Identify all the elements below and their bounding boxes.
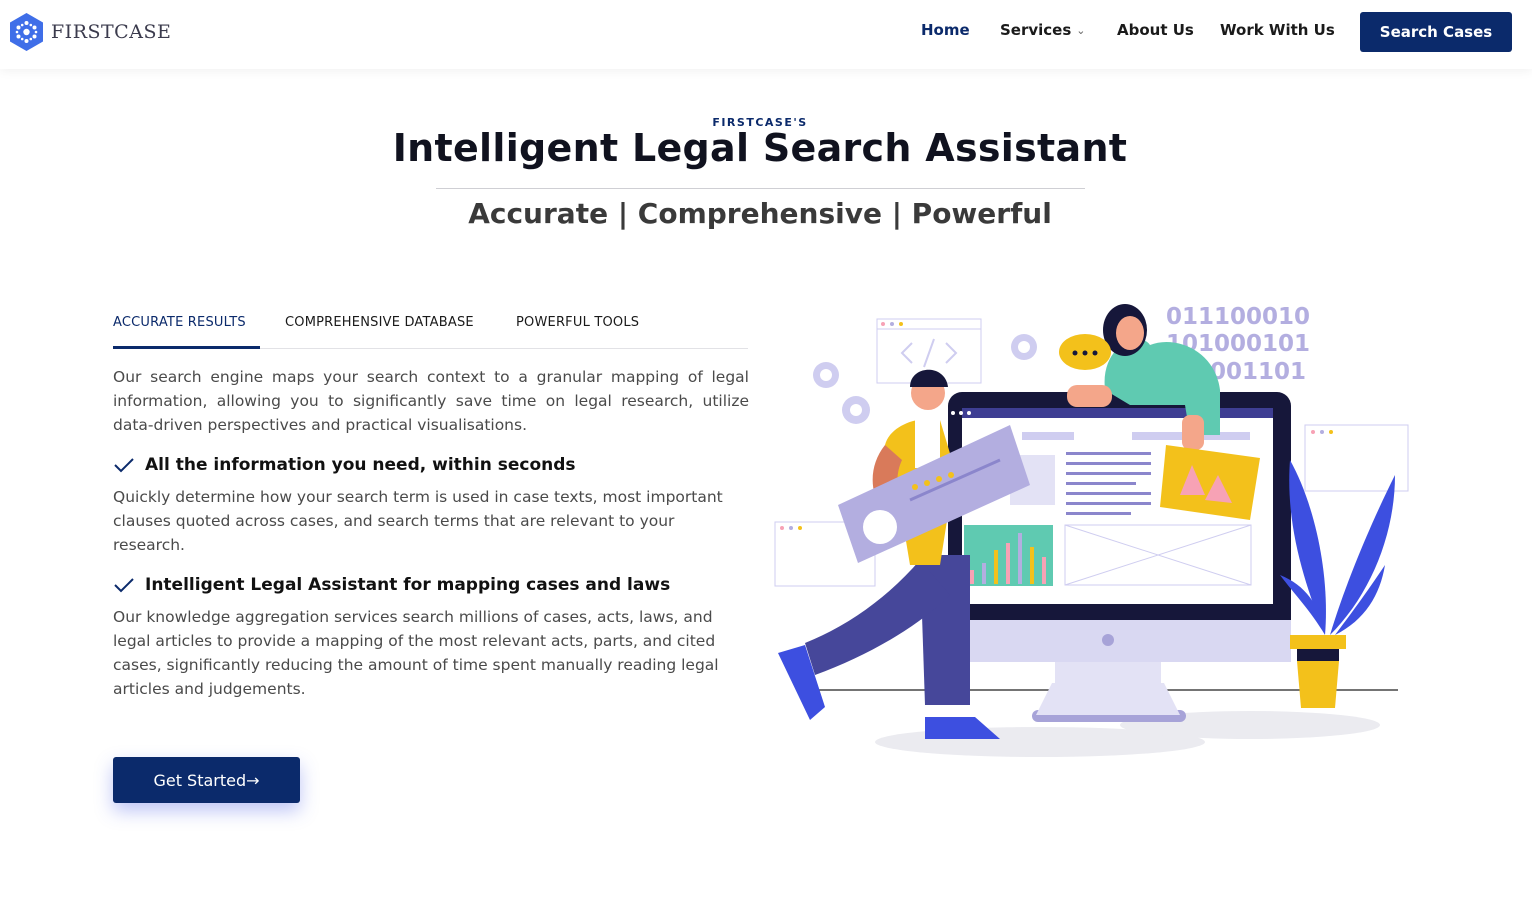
feature-2-title: Intelligent Legal Assistant for mapping … — [145, 575, 671, 595]
nav-home[interactable]: Home — [921, 21, 970, 39]
intro-paragraph: Our search engine maps your search conte… — [113, 368, 749, 434]
nav-services-label: Services — [1000, 21, 1072, 39]
feature-1-title: All the information you need, within sec… — [145, 455, 576, 475]
binary-line-1: 011100010 — [1166, 304, 1310, 330]
tab-powerful-tools[interactable]: POWERFUL TOOLS — [516, 315, 639, 330]
firstcase-logo-icon — [10, 13, 43, 51]
feature-1-text: Quickly determine how your search term i… — [113, 488, 723, 554]
tab-comprehensive-database[interactable]: COMPREHENSIVE DATABASE — [285, 315, 474, 330]
feature-1: All the information you need, within sec… — [113, 455, 576, 475]
binary-line-3: 001101 — [1210, 359, 1306, 385]
hero-divider — [436, 188, 1085, 189]
site-header: FIRSTCASE Home Services ⌄ About Us Work W… — [0, 0, 1532, 69]
active-tab-indicator — [113, 346, 260, 349]
feature-2-text: Our knowledge aggregation services searc… — [113, 608, 719, 698]
chevron-down-icon: ⌄ — [1076, 24, 1086, 37]
feature-tabs: ACCURATE RESULTS COMPREHENSIVE DATABASE … — [113, 309, 748, 349]
checkmark-icon — [114, 458, 134, 473]
hero-title: Intelligent Legal Search Assistant — [392, 126, 1128, 170]
tab-accurate-results[interactable]: ACCURATE RESULTS — [113, 315, 246, 330]
brand-name: FIRSTCASE — [51, 21, 172, 43]
nav-about-us[interactable]: About Us — [1117, 21, 1194, 39]
get-started-button[interactable]: Get Started→ — [113, 757, 300, 803]
legal-research-illustration: 011100010 101000101 001101 — [774, 304, 1409, 757]
feature-2: Intelligent Legal Assistant for mapping … — [113, 575, 670, 595]
hero-subtitle: Accurate | Comprehensive | Powerful — [468, 197, 1052, 230]
checkmark-icon — [114, 578, 134, 593]
nav-services[interactable]: Services ⌄ — [1000, 21, 1086, 39]
search-cases-button[interactable]: Search Cases — [1360, 12, 1512, 52]
nav-work-with-us[interactable]: Work With Us — [1220, 21, 1335, 39]
brand-logo[interactable]: FIRSTCASE — [8, 12, 171, 52]
